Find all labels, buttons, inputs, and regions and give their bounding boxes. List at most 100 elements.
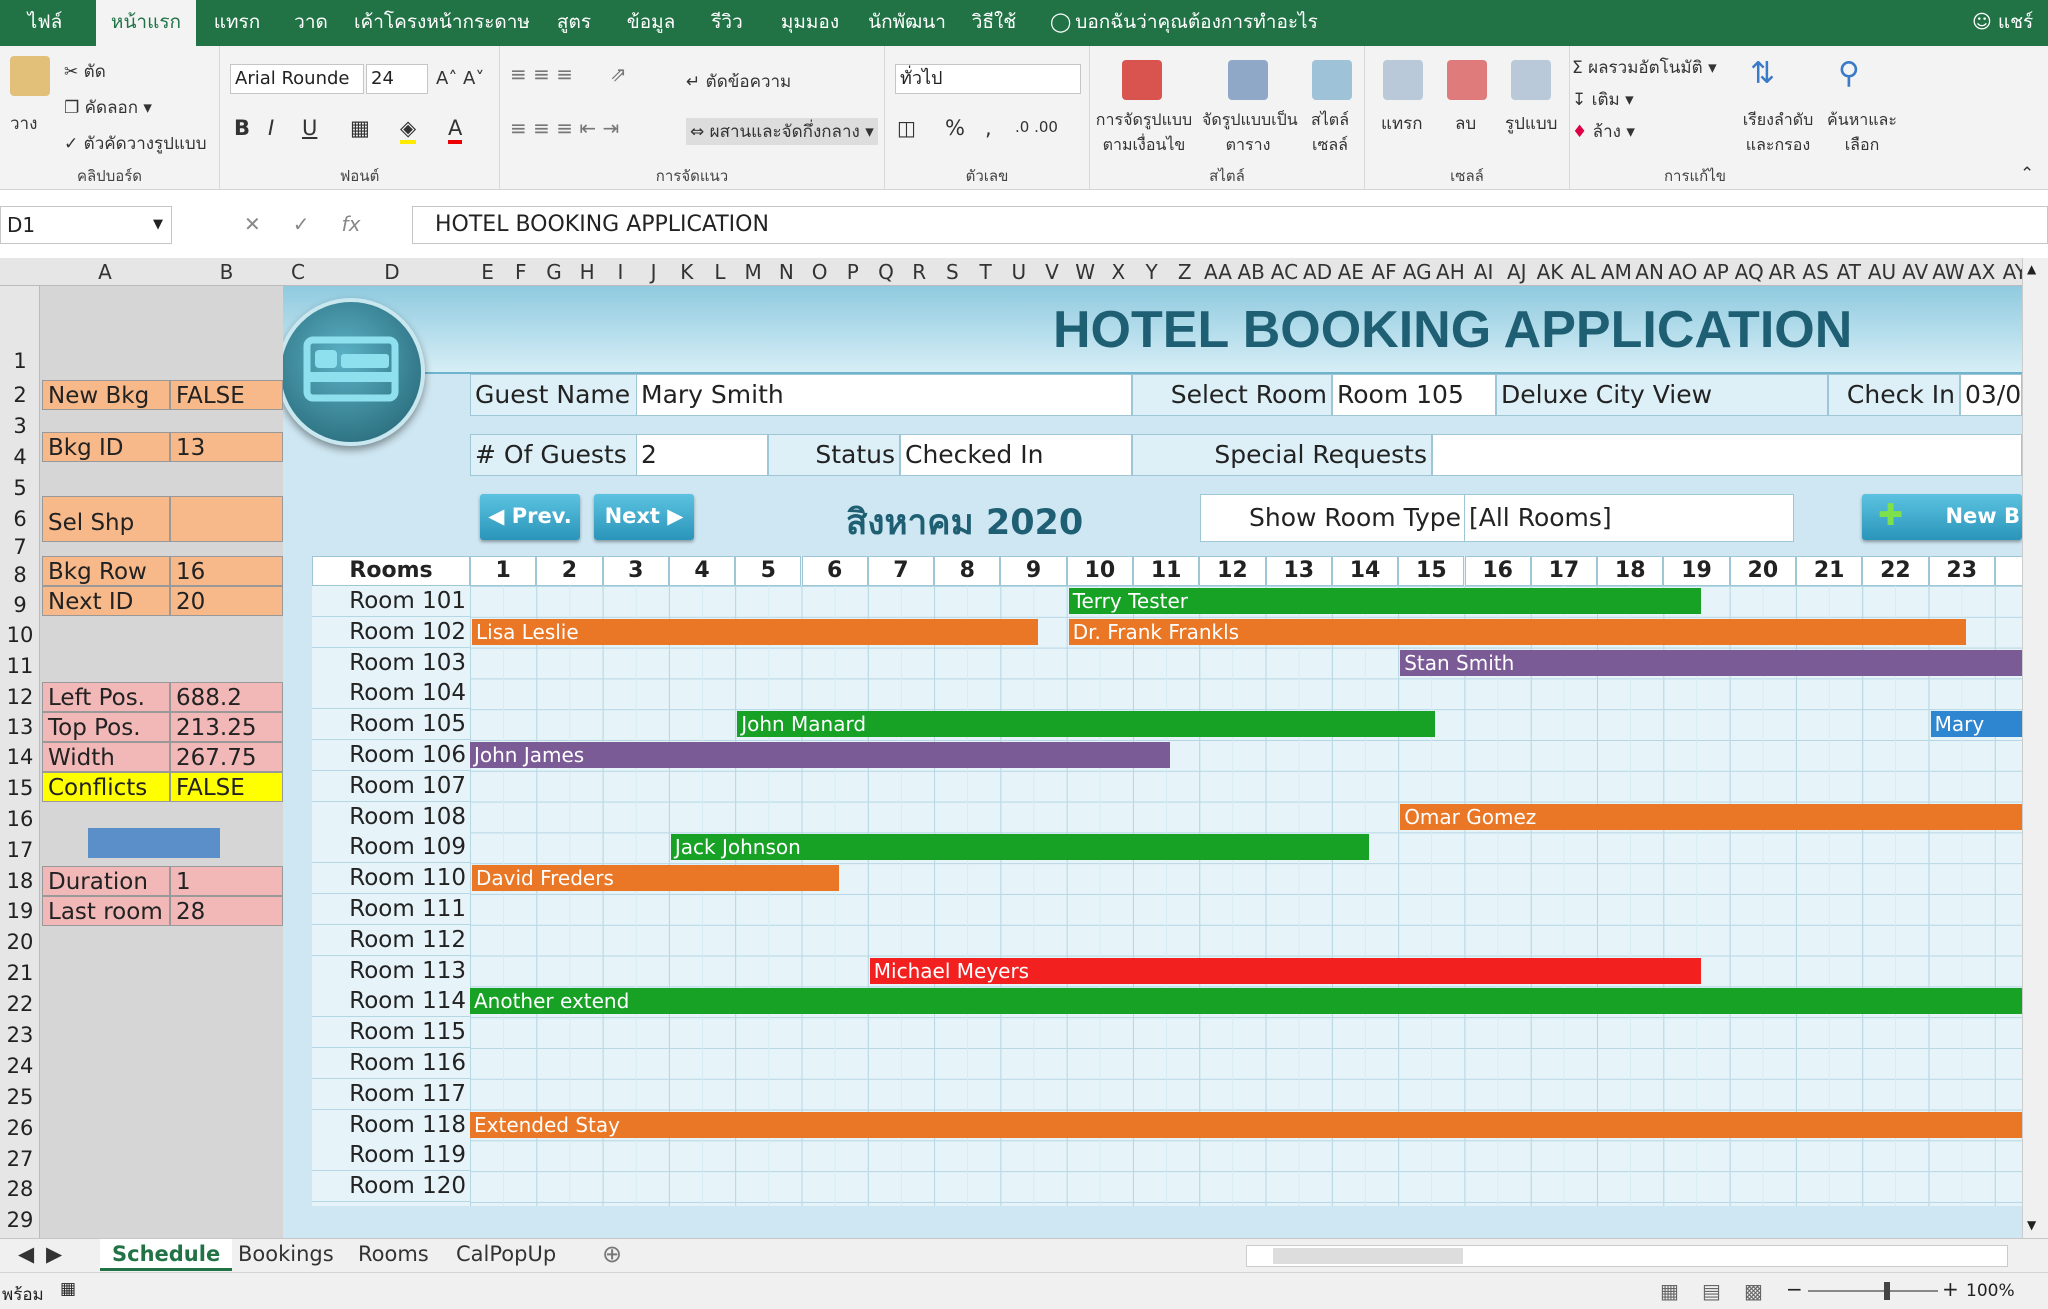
enter-icon[interactable]: ✓ xyxy=(293,212,310,236)
underline-button[interactable]: U xyxy=(302,116,317,140)
column-header[interactable]: F xyxy=(504,258,537,286)
scroll-right-icon[interactable]: ▶ xyxy=(46,1239,62,1271)
booking-bar[interactable]: Terry Tester xyxy=(1068,588,1701,614)
tab-draw[interactable]: วาด xyxy=(284,0,338,46)
tab-help[interactable]: วิธีใช้ xyxy=(966,0,1022,46)
row-header[interactable]: 5 xyxy=(0,472,40,504)
room-type-field[interactable]: [All Rooms] xyxy=(1464,494,1794,542)
page-break-icon[interactable]: ▩ xyxy=(1744,1279,1763,1303)
column-header[interactable]: AG xyxy=(1401,258,1434,286)
column-header[interactable]: W xyxy=(1069,258,1102,286)
sheet-tab-schedule[interactable]: Schedule xyxy=(100,1239,233,1271)
column-header[interactable]: AD xyxy=(1301,258,1334,286)
column-header[interactable]: M xyxy=(737,258,770,286)
column-header[interactable]: L xyxy=(703,258,736,286)
bold-button[interactable]: B xyxy=(234,116,250,140)
column-header[interactable]: AP xyxy=(1699,258,1732,286)
sheet-tab-calpopup[interactable]: CalPopUp xyxy=(456,1239,556,1271)
tab-view[interactable]: มุมมอง xyxy=(768,0,852,46)
paste-icon[interactable] xyxy=(10,56,50,96)
row-header[interactable]: 21 xyxy=(0,958,40,988)
column-header[interactable]: AI xyxy=(1467,258,1500,286)
booking-bar[interactable]: Jack Johnson xyxy=(670,834,1370,861)
tab-insert[interactable]: แทรก xyxy=(206,0,268,46)
orientation-icon[interactable]: ⇗ xyxy=(610,62,627,86)
row-header[interactable]: 22 xyxy=(0,988,40,1020)
merge-center-button[interactable]: ⇔ ผสานและจัดกึ่งกลาง ▾ xyxy=(686,118,878,145)
formula-input[interactable]: HOTEL BOOKING APPLICATION xyxy=(412,206,2048,244)
column-header[interactable]: S xyxy=(936,258,969,286)
column-header[interactable]: K xyxy=(670,258,703,286)
helper-label[interactable]: New Bkg xyxy=(42,380,170,410)
row-header[interactable]: 24 xyxy=(0,1050,40,1082)
tab-developer[interactable]: นักพัฒนา xyxy=(864,0,950,46)
row-header[interactable]: 8 xyxy=(0,560,40,590)
column-header[interactable]: Y xyxy=(1135,258,1168,286)
font-size-select[interactable]: 24 xyxy=(366,64,428,94)
helper-value[interactable]: 13 xyxy=(170,432,283,462)
column-header[interactable]: AT xyxy=(1832,258,1865,286)
align-left-icon[interactable]: ≡ ≡ ≡ ⇤ ⇥ xyxy=(510,116,619,140)
zoom-level[interactable]: 100% xyxy=(1966,1281,2015,1301)
find-select-button[interactable]: ค้นหาและ เลือก xyxy=(1822,108,1902,158)
column-header[interactable]: U xyxy=(1002,258,1035,286)
booking-bar[interactable]: John James xyxy=(470,742,1171,768)
paste-button[interactable]: วาง xyxy=(10,110,37,137)
column-header[interactable]: AQ xyxy=(1733,258,1766,286)
booking-bar[interactable]: David Freders xyxy=(472,865,839,892)
cell-styles-button[interactable]: สไตล์ เซลล์ xyxy=(1298,108,1362,158)
check-in-field[interactable]: 03/0 xyxy=(1960,374,2022,416)
fill-color-icon[interactable]: ◈ xyxy=(400,116,417,144)
format-cells-button[interactable]: รูปแบบ xyxy=(1505,110,1557,137)
border-icon[interactable]: ▦ xyxy=(350,116,370,140)
next-button[interactable]: Next ▶ xyxy=(594,494,694,540)
column-header[interactable]: AB xyxy=(1235,258,1268,286)
booking-bar[interactable]: John Manard xyxy=(737,711,1436,738)
column-header[interactable]: AH xyxy=(1434,258,1467,286)
column-header[interactable]: AS xyxy=(1799,258,1832,286)
column-header[interactable]: C xyxy=(283,258,313,286)
row-header[interactable]: 11 xyxy=(0,650,40,682)
decimal-icon[interactable]: .0 .00 xyxy=(1015,118,1058,136)
scroll-up-icon[interactable]: ▲ xyxy=(2027,262,2036,276)
tab-formulas[interactable]: สูตร xyxy=(548,0,600,46)
tab-data[interactable]: ข้อมูล xyxy=(614,0,688,46)
select-room-field[interactable]: Room 105 xyxy=(1332,374,1496,416)
helper-label[interactable]: Width xyxy=(42,742,170,772)
column-header[interactable]: P xyxy=(836,258,869,286)
helper-label[interactable]: Duration xyxy=(42,866,170,896)
name-box[interactable]: D1 ▼ xyxy=(0,206,172,244)
column-header[interactable]: J xyxy=(637,258,670,286)
helper-value[interactable]: 213.25 xyxy=(170,712,283,742)
row-header[interactable]: 13 xyxy=(0,712,40,742)
booking-bar[interactable]: Mary xyxy=(1930,711,2022,738)
column-header[interactable]: E xyxy=(471,258,504,286)
row-header[interactable]: 18 xyxy=(0,866,40,896)
format-table-button[interactable]: จัดรูปแบบเป็น ตาราง xyxy=(1202,108,1298,158)
fill-button[interactable]: ↧ เติม ▾ xyxy=(1572,86,1634,113)
column-header[interactable]: X xyxy=(1102,258,1135,286)
column-header[interactable]: AE xyxy=(1334,258,1367,286)
column-header[interactable]: AK xyxy=(1533,258,1566,286)
column-header[interactable]: B xyxy=(170,258,283,286)
font-color-icon[interactable]: A xyxy=(448,116,463,144)
tab-page-layout[interactable]: เค้าโครงหน้ากระดาษ xyxy=(350,0,534,46)
column-header[interactable]: AM xyxy=(1600,258,1633,286)
booking-bar[interactable]: Stan Smith xyxy=(1400,649,2022,676)
add-sheet-icon[interactable]: ⊕ xyxy=(602,1239,622,1271)
cancel-icon[interactable]: ✕ xyxy=(244,212,261,236)
helper-value[interactable]: 28 xyxy=(170,896,283,926)
guest-name-field[interactable]: Mary Smith xyxy=(636,374,1132,416)
row-header[interactable]: 20 xyxy=(0,926,40,958)
column-header[interactable]: H xyxy=(571,258,604,286)
row-header[interactable]: 26 xyxy=(0,1112,40,1144)
helper-value[interactable]: 20 xyxy=(170,586,283,616)
row-header[interactable]: 1 xyxy=(0,286,40,380)
column-header[interactable]: AR xyxy=(1766,258,1799,286)
conditional-format-button[interactable]: การจัดรูปแบบ ตามเงื่อนไข xyxy=(1094,108,1194,158)
row-header[interactable]: 19 xyxy=(0,896,40,926)
helper-value[interactable]: FALSE xyxy=(170,380,283,410)
comma-button[interactable]: , xyxy=(985,116,992,140)
insert-cells-button[interactable]: แทรก xyxy=(1381,110,1423,137)
cut-button[interactable]: ✂ ตัด xyxy=(64,58,106,85)
